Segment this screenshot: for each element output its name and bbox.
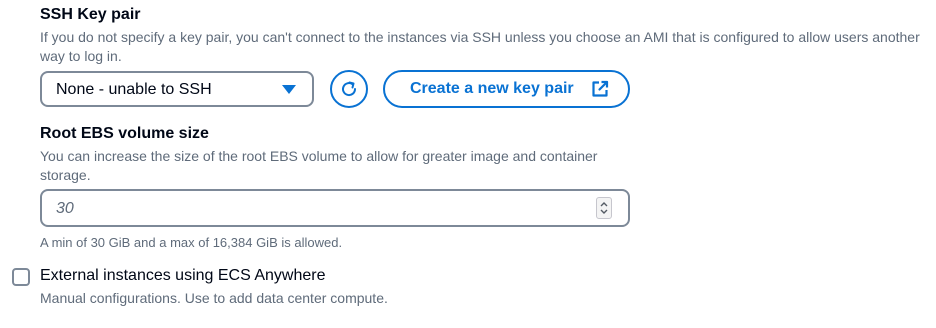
number-stepper[interactable] xyxy=(596,197,612,219)
key-pair-select[interactable]: None - unable to SSH xyxy=(40,71,314,107)
root-ebs-title: Root EBS volume size xyxy=(40,125,209,142)
create-key-pair-button[interactable]: Create a new key pair xyxy=(383,70,630,108)
external-instances-label[interactable]: External instances using ECS Anywhere xyxy=(40,267,325,285)
ssh-key-pair-title: SSH Key pair xyxy=(40,6,141,23)
refresh-icon xyxy=(342,81,357,97)
root-ebs-size-value: 30 xyxy=(56,200,74,217)
external-link-icon xyxy=(592,80,609,97)
root-ebs-description: You can increase the size of the root EB… xyxy=(40,148,598,183)
root-ebs-size-input[interactable]: 30 xyxy=(40,189,630,227)
stepper-arrows-icon xyxy=(600,202,608,214)
external-instances-checkbox[interactable] xyxy=(12,268,30,286)
refresh-key-pairs-button[interactable] xyxy=(330,70,368,108)
key-pair-select-value: None - unable to SSH xyxy=(56,81,212,98)
ssh-key-pair-description: If you do not specify a key pair, you ca… xyxy=(40,29,920,64)
create-key-pair-label: Create a new key pair xyxy=(410,80,574,97)
root-ebs-constraint-hint: A min of 30 GiB and a max of 16,384 GiB … xyxy=(40,235,343,250)
external-instances-description: Manual configurations. Use to add data c… xyxy=(40,290,388,306)
caret-down-icon xyxy=(282,85,296,94)
